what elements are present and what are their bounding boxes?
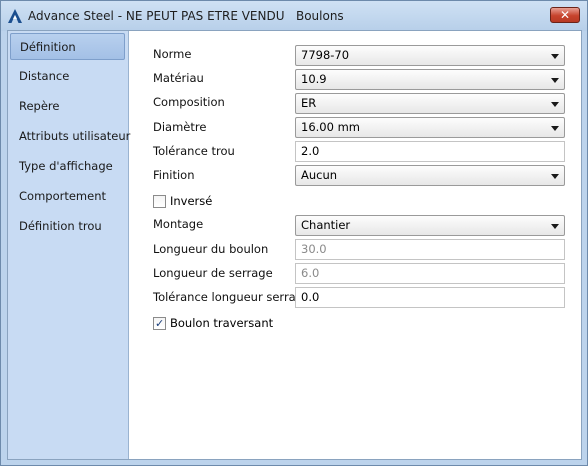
close-button[interactable]: ✕ xyxy=(550,7,580,23)
sidebar-item-definition[interactable]: Définition xyxy=(10,33,125,60)
boulon-traversant-label: Boulon traversant xyxy=(170,316,274,330)
chevron-down-icon xyxy=(551,54,559,59)
sidebar-item-comportement[interactable]: Comportement xyxy=(10,183,125,210)
composition-select[interactable]: ER xyxy=(295,93,565,114)
sidebar-item-distance[interactable]: Distance xyxy=(10,63,125,90)
diametre-select[interactable]: 16.00 mm xyxy=(295,117,565,138)
longueur-serrage-label: Longueur de serrage xyxy=(153,266,273,280)
longueur-boulon-label: Longueur du boulon xyxy=(153,242,269,256)
tolerance-trou-input[interactable]: 2.0 xyxy=(295,141,565,162)
inverse-checkbox[interactable] xyxy=(153,195,166,208)
definition-form: Norme 7798-70 Matériau 10.9 Composition … xyxy=(129,31,581,459)
sidebar-item-repere[interactable]: Repère xyxy=(10,93,125,120)
diametre-label: Diamètre xyxy=(153,120,207,134)
tolerance-longueur-serrage-label: Tolérance longueur serrage xyxy=(153,290,311,304)
composition-label: Composition xyxy=(153,95,225,109)
dialog-content: Définition Distance Repère Attributs uti… xyxy=(7,30,582,460)
chevron-down-icon xyxy=(551,102,559,107)
longueur-serrage-input: 6.0 xyxy=(295,263,565,284)
materiau-value: 10.9 xyxy=(301,72,327,86)
chevron-down-icon xyxy=(551,126,559,131)
sidebar-item-attributs-utilisateur[interactable]: Attributs utilisateur xyxy=(10,123,130,150)
checkmark-icon: ✓ xyxy=(155,317,165,330)
norme-label: Norme xyxy=(153,47,192,61)
diametre-value: 16.00 mm xyxy=(301,120,360,134)
chevron-down-icon xyxy=(551,78,559,83)
sidebar-item-definition-trou[interactable]: Définition trou xyxy=(10,213,125,240)
norme-value: 7798-70 xyxy=(301,48,350,62)
sidebar: Définition Distance Repère Attributs uti… xyxy=(8,31,130,459)
window-title: Advance Steel - NE PEUT PAS ETRE VENDU B… xyxy=(28,9,344,23)
longueur-boulon-input: 30.0 xyxy=(295,239,565,260)
composition-value: ER xyxy=(301,96,317,110)
finition-select[interactable]: Aucun xyxy=(295,165,565,186)
finition-value: Aucun xyxy=(301,168,338,182)
tolerance-trou-label: Tolérance trou xyxy=(153,144,235,158)
montage-value: Chantier xyxy=(301,218,351,232)
materiau-select[interactable]: 10.9 xyxy=(295,69,565,90)
montage-label: Montage xyxy=(153,217,204,231)
materiau-label: Matériau xyxy=(153,71,204,85)
inverse-label: Inversé xyxy=(170,194,213,208)
tolerance-longueur-serrage-input[interactable]: 0.0 xyxy=(295,287,565,308)
advance-steel-logo-icon xyxy=(8,9,22,23)
dialog-window: Advance Steel - NE PEUT PAS ETRE VENDU B… xyxy=(0,0,588,466)
boulon-traversant-checkbox[interactable]: ✓ xyxy=(153,317,166,330)
title-bar[interactable]: Advance Steel - NE PEUT PAS ETRE VENDU B… xyxy=(1,1,587,31)
finition-label: Finition xyxy=(153,168,195,182)
montage-select[interactable]: Chantier xyxy=(295,215,565,236)
norme-select[interactable]: 7798-70 xyxy=(295,45,565,66)
chevron-down-icon xyxy=(551,174,559,179)
chevron-down-icon xyxy=(551,224,559,229)
sidebar-item-type-affichage[interactable]: Type d'affichage xyxy=(10,153,125,180)
